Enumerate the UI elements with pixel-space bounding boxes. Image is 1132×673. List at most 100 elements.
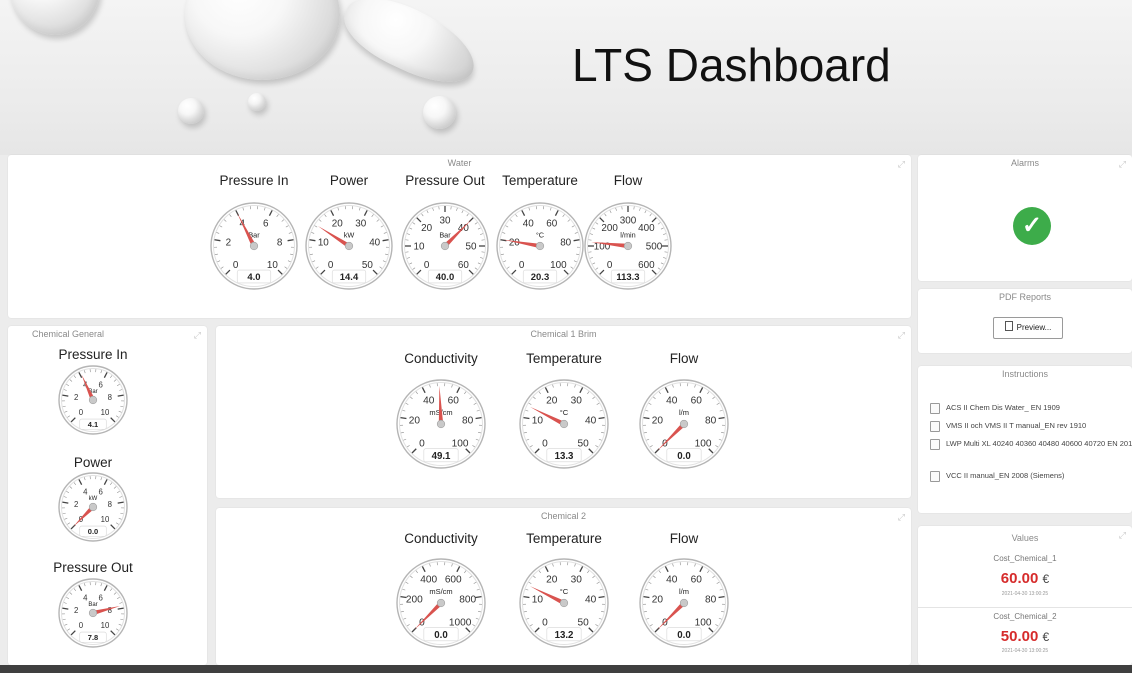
instruction-link[interactable]: LWP Multi XL 40240 40360 40480 40600 407…	[930, 438, 1132, 450]
gauge-tick-label: 50	[577, 439, 589, 450]
gauge-tick-label: 6	[99, 381, 103, 390]
gauge-dial: 0 1020 3040 50 °C 13.2	[519, 558, 609, 648]
gauge-tick-label: 8	[108, 606, 112, 615]
instruction-link[interactable]: ACS II Chem Dis Water_ EN 1909	[930, 402, 1120, 414]
gauge-label: Pressure Out	[53, 560, 133, 575]
gauge-tick-label: 80	[705, 415, 717, 426]
gauge-value: 4.1	[88, 420, 98, 429]
chemical-1-panel: Chemical 1 Brim ⤢ 020406080100mS/cm49.1C…	[216, 326, 911, 498]
gauge-tick-label: 20	[421, 223, 432, 234]
gauge-value: 49.1	[432, 451, 451, 462]
gauge-tick-label: 60	[458, 260, 469, 271]
gauge-unit: l/m	[679, 408, 689, 417]
gauge-dial: 02040 6080100l/m0.0	[639, 558, 729, 648]
gauge-tick-label: 40	[666, 574, 678, 585]
gauge-tick-label: 40	[585, 594, 597, 605]
instruction-link[interactable]: VMS II och VMS II T manual_EN rev 1910	[930, 420, 1120, 432]
value-card: Cost_Chemical_1 60.00 € 2021-04-30 13:00…	[918, 548, 1132, 608]
gauge-unit: Bar	[88, 602, 97, 608]
gauge: 020406080100mS/cm49.1	[394, 377, 488, 471]
gauge-value: 0.0	[88, 527, 98, 536]
gauge-major-tick	[214, 239, 221, 242]
gauge-tick-label: 40	[585, 415, 597, 426]
gauge-tick-label: 2	[74, 606, 78, 615]
gauge-major-tick	[62, 501, 69, 504]
gauge: 0 2 4 6 8 10 Bar 7.8	[56, 576, 130, 650]
expand-icon[interactable]: ⤢	[898, 330, 905, 341]
gauge-tick-label: 40	[423, 395, 435, 406]
gauge-tick-label: 0	[233, 260, 239, 271]
gauge-hub	[436, 419, 446, 429]
gauge-major-tick	[500, 239, 507, 242]
gauge-tick-label: 10	[101, 515, 110, 524]
value-card: Cost_Chemical_2 50.00 € 2021-04-30 13:00…	[918, 608, 1132, 665]
instruction-link[interactable]: VCC II manual_EN 2008 (Siemens)	[930, 470, 1120, 482]
bottom-bar	[0, 665, 1132, 673]
gauge: 0 20 40 60 80 100 l/m 0.0	[637, 556, 731, 650]
gauge-tick-label: 30	[440, 215, 451, 226]
gauge-major-tick	[573, 239, 580, 242]
preview-button[interactable]: Preview...	[993, 317, 1063, 339]
water-drop-decoration	[10, 0, 100, 35]
gauge-tick-label: 600	[638, 260, 655, 271]
gauge-unit: mS/cm	[429, 587, 452, 596]
gauge-major-tick	[718, 595, 725, 599]
gauge-dial: 0200400 6008001000mS/cm0.0	[396, 558, 486, 648]
gauge-tick-label: 2	[226, 237, 232, 248]
value-name: Cost_Chemical_2	[993, 612, 1057, 621]
gauge-tick-label: 80	[705, 594, 717, 605]
gauge-tick-label: 400	[420, 574, 437, 585]
expand-icon[interactable]: ⤢	[1119, 159, 1126, 170]
gauge-dial: 020406080100mS/cm49.1	[396, 379, 486, 469]
gauge-tick-label: 0	[607, 260, 613, 271]
gauge: 0 200 400 600 800 1000 mS/cm 0.0	[394, 556, 488, 650]
gauge: 0 100 200 300 400 500 600 l/min 113.3	[582, 200, 674, 292]
dashboard-grid: Water ⤢ 0246810Bar4.0Pressure In01020304…	[0, 155, 1132, 665]
gauge-label: Flow	[613, 173, 643, 188]
gauge-tick-label: 600	[445, 574, 462, 585]
gauge: 0102030405060Bar40.0	[399, 200, 491, 292]
gauge-tick-label: 2	[74, 393, 78, 402]
value-currency: €	[1042, 572, 1050, 586]
gauge-tick-label: 0	[419, 439, 425, 450]
gauge-major-tick	[523, 595, 530, 599]
gauge-tick-label: 20	[652, 594, 664, 605]
gauge-major-tick	[287, 239, 294, 242]
value-name: Cost_Chemical_1	[993, 554, 1057, 563]
pdf-reports-panel: PDF Reports Preview...	[918, 289, 1132, 353]
expand-icon[interactable]: ⤢	[1119, 530, 1126, 541]
gauge-value: 20.3	[531, 272, 549, 283]
gauge-tick-label: 2	[74, 500, 78, 509]
gauge-major-tick	[598, 416, 605, 420]
water-panel: Water ⤢ 0246810Bar4.0Pressure In01020304…	[8, 155, 911, 318]
expand-icon[interactable]: ⤢	[194, 330, 201, 341]
gauge-hub	[559, 419, 569, 429]
expand-icon[interactable]: ⤢	[898, 159, 905, 170]
gauge-dial: 02040 6080100l/m0.0	[639, 379, 729, 469]
document-icon	[1004, 321, 1013, 331]
page-title: LTS Dashboard	[572, 39, 891, 91]
gauge: 0 20 40 60 80 100 °C 20.3	[494, 200, 586, 292]
water-drop-decoration	[423, 96, 456, 129]
instruction-link-label: ACS II Chem Dis Water_ EN 1909	[946, 403, 1060, 412]
gauge-tick-label: 10	[101, 621, 110, 630]
gauge-tick-label: 50	[466, 241, 477, 252]
expand-icon[interactable]: ⤢	[898, 512, 905, 523]
gauge-value: 7.8	[88, 633, 98, 642]
gauge-value: 13.3	[555, 451, 574, 462]
gauge-tick-label: 0	[542, 618, 548, 629]
gauge: 0 10 20 30 40 50 kW 14.4	[303, 200, 395, 292]
instruction-link-label: VMS II och VMS II T manual_EN rev 1910	[946, 421, 1087, 430]
gauge-tick-label: 100	[695, 439, 712, 450]
chemical-general-panel: Chemical General ⤢ 0 2 4 6 8 10 Bar 4.1 Pressure…	[8, 326, 207, 665]
document-icon	[930, 470, 940, 482]
gauge-label: Pressure In	[58, 347, 128, 362]
gauge-tick-label: 20	[546, 395, 558, 406]
gauge-major-tick	[643, 416, 650, 420]
instructions-panel: Instructions ACS II Chem Dis Water_ EN 1…	[918, 366, 1132, 513]
panel-title: Alarms	[1010, 158, 1039, 168]
gauge-tick-label: 6	[99, 488, 103, 497]
gauge-tick-label: 300	[620, 215, 637, 226]
gauge-tick-label: 60	[691, 395, 703, 406]
gauge-tick-label: 20	[332, 218, 343, 229]
